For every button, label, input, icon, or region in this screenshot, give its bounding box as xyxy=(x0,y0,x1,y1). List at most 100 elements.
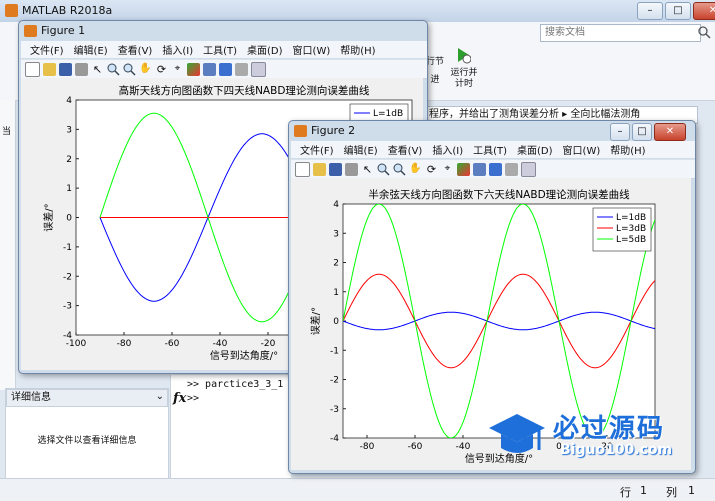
menu-insert[interactable]: 插入(I) xyxy=(427,142,468,157)
legend-icon[interactable] xyxy=(235,62,248,76)
link-plot-icon[interactable] xyxy=(203,62,216,76)
pointer-icon[interactable]: ↖ xyxy=(91,63,104,76)
open-folder-icon[interactable] xyxy=(313,162,326,176)
menu-desktop[interactable]: 桌面(D) xyxy=(512,142,558,157)
figure1-toolbar: ↖ ✋ ⟳ ⌖ xyxy=(21,59,427,79)
link-plot-icon[interactable] xyxy=(473,162,486,176)
menu-desktop[interactable]: 桌面(D) xyxy=(242,42,288,57)
chevron-down-icon[interactable]: ⌄ xyxy=(156,389,164,405)
y-tick-label: 1 xyxy=(333,288,339,298)
legend-icon[interactable] xyxy=(505,162,518,176)
details-header-label: 详细信息 xyxy=(11,392,51,403)
watermark-text: 必过源码 xyxy=(553,414,666,444)
command-prompt[interactable]: >> xyxy=(187,393,199,404)
figure1-title: Figure 1 xyxy=(41,24,86,37)
legend-label: L=3dB xyxy=(616,224,646,234)
x-tick-label: -40 xyxy=(456,442,471,452)
menu-insert[interactable]: 插入(I) xyxy=(157,42,198,57)
close-button[interactable]: ✕ xyxy=(693,2,715,20)
open-folder-icon[interactable] xyxy=(43,62,56,76)
menu-window[interactable]: 窗口(W) xyxy=(558,142,606,157)
y-tick-label: -1 xyxy=(330,346,339,356)
save-icon[interactable] xyxy=(59,62,72,76)
brush-icon[interactable] xyxy=(187,62,200,76)
chart-title: 半余弦天线方向图函数下六天线NABD理论测向误差曲线 xyxy=(368,188,630,201)
menu-view[interactable]: 查看(V) xyxy=(383,142,428,157)
zoom-out-icon[interactable] xyxy=(123,63,136,76)
figure1-titlebar[interactable]: Figure 1 xyxy=(19,21,427,41)
menu-tools[interactable]: 工具(T) xyxy=(198,42,242,57)
menu-edit[interactable]: 编辑(E) xyxy=(339,142,383,157)
run-and-time-icon[interactable] xyxy=(455,46,472,64)
x-tick-label: -60 xyxy=(408,442,423,452)
status-bar: 行 1 列 1 xyxy=(0,478,715,501)
maximize-button[interactable]: □ xyxy=(632,123,652,141)
minimize-button[interactable]: – xyxy=(637,2,663,20)
pan-hand-icon[interactable]: ✋ xyxy=(409,163,422,176)
pointer-icon[interactable]: ↖ xyxy=(361,163,374,176)
figure2-toolbar: ↖ ✋ ⟳ ⌖ xyxy=(291,159,695,179)
rotate-icon[interactable]: ⟳ xyxy=(425,163,438,176)
y-tick-label: -3 xyxy=(330,405,339,415)
legend-label: L=1dB xyxy=(373,109,403,119)
menu-help[interactable]: 帮助(H) xyxy=(605,142,650,157)
y-tick-label: 2 xyxy=(333,259,339,269)
menu-file[interactable]: 文件(F) xyxy=(295,142,339,157)
x-tick-label: -60 xyxy=(165,339,180,349)
zoom-in-icon[interactable] xyxy=(377,163,390,176)
minimize-button[interactable]: – xyxy=(610,123,630,141)
x-tick-label: -20 xyxy=(261,339,276,349)
y-tick-label: -3 xyxy=(63,302,72,312)
graduation-cap-logo xyxy=(487,410,547,460)
command-window[interactable]: >> parctice3_3_1 fx >> xyxy=(170,375,291,478)
run-and-time-button[interactable]: 运行并 计时 xyxy=(447,68,481,90)
save-icon[interactable] xyxy=(329,162,342,176)
colorbar-icon[interactable] xyxy=(489,162,502,176)
left-panel-edge xyxy=(0,100,16,390)
details-text: 选择文件以查看详细信息 xyxy=(37,436,137,446)
colorbar-icon[interactable] xyxy=(219,62,232,76)
figure-icon xyxy=(294,125,307,137)
zoom-in-icon[interactable] xyxy=(107,63,120,76)
window-controls: – □ ✕ xyxy=(637,2,715,20)
col-value: 1 xyxy=(688,484,695,497)
legend-label: L=5dB xyxy=(616,235,646,245)
close-button[interactable]: ✕ xyxy=(654,123,686,141)
y-tick-label: 3 xyxy=(66,125,72,135)
y-tick-label: 0 xyxy=(333,317,339,327)
fx-icon[interactable]: fx xyxy=(173,391,186,406)
search-input[interactable]: 搜索文档 xyxy=(540,24,701,42)
y-axis-label: 误差/° xyxy=(309,307,322,335)
maximize-button[interactable]: □ xyxy=(665,2,691,20)
menu-help[interactable]: 帮助(H) xyxy=(335,42,380,57)
figure2-titlebar[interactable]: Figure 2 – □ ✕ xyxy=(289,121,695,141)
plot-tools-icon[interactable] xyxy=(251,61,266,77)
menu-edit[interactable]: 编辑(E) xyxy=(69,42,113,57)
print-icon[interactable] xyxy=(75,62,88,76)
data-cursor-icon[interactable]: ⌖ xyxy=(171,63,184,76)
ribbon-label-section[interactable]: 行节 xyxy=(425,54,445,67)
figure-icon xyxy=(24,25,37,37)
zoom-out-icon[interactable] xyxy=(393,163,406,176)
row-value: 1 xyxy=(640,484,647,497)
brush-icon[interactable] xyxy=(457,162,470,176)
menu-window[interactable]: 窗口(W) xyxy=(288,42,336,57)
new-figure-icon[interactable] xyxy=(25,61,40,77)
plot-tools-icon[interactable] xyxy=(521,161,536,177)
search-icon[interactable] xyxy=(697,25,711,39)
y-tick-label: 4 xyxy=(66,96,72,106)
new-figure-icon[interactable] xyxy=(295,161,310,177)
ribbon-label-advance[interactable]: 进 xyxy=(425,72,445,85)
data-cursor-icon[interactable]: ⌖ xyxy=(441,163,454,176)
menu-file[interactable]: 文件(F) xyxy=(25,42,69,57)
pan-hand-icon[interactable]: ✋ xyxy=(139,63,152,76)
command-history-line: >> parctice3_3_1 xyxy=(187,379,284,390)
y-tick-label: 4 xyxy=(333,200,339,210)
y-tick-label: 2 xyxy=(66,155,72,165)
menu-tools[interactable]: 工具(T) xyxy=(468,142,512,157)
rotate-icon[interactable]: ⟳ xyxy=(155,63,168,76)
current-folder-label: 当 xyxy=(2,127,12,137)
y-tick-label: -1 xyxy=(63,243,72,253)
menu-view[interactable]: 查看(V) xyxy=(113,42,158,57)
print-icon[interactable] xyxy=(345,162,358,176)
